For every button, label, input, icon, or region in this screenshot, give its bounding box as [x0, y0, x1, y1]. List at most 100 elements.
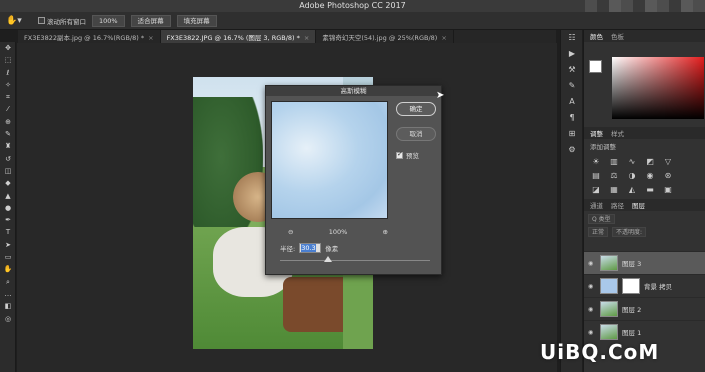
- checkbox-box[interactable]: [38, 17, 45, 24]
- zoom-100-button[interactable]: 100%: [92, 14, 125, 27]
- brush-settings-icon[interactable]: ✎: [561, 78, 583, 94]
- foreground-color-swatch[interactable]: [589, 60, 602, 73]
- layer-row[interactable]: ◉ 背景 拷贝: [584, 274, 705, 297]
- close-icon[interactable]: ×: [304, 34, 309, 42]
- ok-button[interactable]: 确定: [396, 102, 436, 116]
- color-panel-tabs: 颜色 色板: [584, 30, 705, 42]
- close-icon[interactable]: ×: [441, 34, 446, 42]
- radius-slider-track[interactable]: [280, 260, 430, 261]
- brightness-icon[interactable]: ☀: [590, 157, 602, 167]
- stamp-tool-icon[interactable]: ♜: [0, 140, 16, 152]
- color-balance-icon[interactable]: ⚖: [608, 171, 620, 181]
- zoom-out-icon[interactable]: ⊖: [288, 228, 293, 236]
- properties-icon[interactable]: ⚙: [561, 142, 583, 158]
- blur-preview[interactable]: [271, 101, 388, 219]
- zoom-tool-icon[interactable]: ⌕: [0, 276, 16, 288]
- tab-swatches[interactable]: 色板: [611, 31, 624, 41]
- more-tools-icon[interactable]: …: [0, 288, 16, 300]
- layer-name: 背景 拷贝: [644, 283, 673, 291]
- tab-color[interactable]: 颜色: [590, 31, 603, 41]
- add-adjustment-label: 添加调整: [590, 143, 616, 151]
- close-icon[interactable]: ×: [148, 34, 153, 42]
- libraries-icon[interactable]: ⊞: [561, 126, 583, 142]
- posterize-icon[interactable]: ▦: [608, 185, 620, 195]
- quick-mask-icon[interactable]: ◎: [0, 313, 16, 325]
- foreground-background-swatch[interactable]: [589, 60, 609, 80]
- color-spectrum[interactable]: [612, 57, 704, 119]
- visibility-eye-icon[interactable]: ◉: [588, 283, 596, 290]
- invert-icon[interactable]: ◪: [590, 185, 602, 195]
- tab-document-3[interactable]: 素锦奇幻天空(54).jpg @ 25%(RGB/8) ×: [316, 30, 454, 43]
- opacity-label[interactable]: 不透明度:: [612, 227, 647, 237]
- lasso-tool-icon[interactable]: ℓ: [0, 67, 16, 79]
- history-brush-tool-icon[interactable]: ↺: [0, 153, 16, 165]
- eyedropper-tool-icon[interactable]: ⁄: [0, 103, 16, 115]
- channel-mixer-icon[interactable]: ⊛: [662, 171, 674, 181]
- blend-mode-select[interactable]: 正常: [588, 227, 609, 237]
- blur-tool-icon[interactable]: ▲: [0, 190, 16, 202]
- crop-tool-icon[interactable]: ⌗: [0, 91, 16, 103]
- layer-row[interactable]: ◉ 图层 3: [584, 251, 705, 274]
- mouse-cursor-icon: ➤: [436, 90, 445, 101]
- tab-document-2[interactable]: FX3E3822.JPG @ 16.7% (图层 3, RGB/8) * ×: [160, 30, 317, 43]
- tool-presets-icon[interactable]: ⚒: [561, 62, 583, 78]
- healing-tool-icon[interactable]: ⊕: [0, 116, 16, 128]
- tab-styles[interactable]: 样式: [611, 128, 624, 138]
- zoom-in-icon[interactable]: ⊕: [383, 228, 388, 236]
- radius-input[interactable]: 30.3: [299, 243, 322, 253]
- rectangle-tool-icon[interactable]: ▭: [0, 251, 16, 263]
- levels-icon[interactable]: ▥: [608, 157, 620, 167]
- layer-thumbnail: [600, 255, 618, 271]
- tools-panel: ✥ ⬚ ℓ ✧ ⌗ ⁄ ⊕ ✎ ♜ ↺ ◫ ◆ ▲ ● ✒ T ➤ ▭ ✋ ⌕ …: [0, 42, 16, 372]
- tab-adjustments[interactable]: 调整: [590, 128, 603, 138]
- fit-screen-button[interactable]: 适合屏幕: [130, 14, 171, 27]
- pen-tool-icon[interactable]: ✒: [0, 214, 16, 226]
- layer-kind-filter[interactable]: Q 类型: [588, 214, 615, 224]
- black-white-icon[interactable]: ◑: [626, 171, 638, 181]
- character-icon[interactable]: A: [561, 94, 583, 110]
- scroll-all-windows-checkbox[interactable]: 滚动所有窗口: [38, 16, 86, 26]
- tab-layers[interactable]: 图层: [632, 200, 645, 210]
- paint-bucket-tool-icon[interactable]: ◆: [0, 177, 16, 189]
- tab-channels[interactable]: 通道: [590, 200, 603, 210]
- photo-filter-icon[interactable]: ◉: [644, 171, 656, 181]
- exposure-icon[interactable]: ◩: [644, 157, 656, 167]
- layer-row[interactable]: ◉ 图层 2: [584, 297, 705, 320]
- selective-color-icon[interactable]: ▣: [662, 185, 674, 195]
- hue-saturation-icon[interactable]: ▤: [590, 171, 602, 181]
- foreground-background-icon[interactable]: ◧: [0, 300, 16, 312]
- brush-tool-icon[interactable]: ✎: [0, 128, 16, 140]
- visibility-eye-icon[interactable]: ◉: [588, 329, 596, 336]
- move-tool-icon[interactable]: ✥: [0, 42, 16, 54]
- layers-panel-tabs: 通道 路径 图层: [584, 199, 705, 211]
- tab-document-1[interactable]: FX3E3822副本.jpg @ 16.7%(RGB/8) * ×: [18, 30, 161, 43]
- dodge-tool-icon[interactable]: ●: [0, 202, 16, 214]
- document-tab-bar: FX3E3822副本.jpg @ 16.7%(RGB/8) * × FX3E382…: [18, 30, 556, 43]
- radius-slider-thumb[interactable]: [324, 256, 332, 262]
- cancel-button[interactable]: 取消: [396, 127, 436, 141]
- play-icon[interactable]: ▶: [561, 46, 583, 62]
- history-icon[interactable]: ☷: [561, 30, 583, 46]
- options-bar: ✋▾ 滚动所有窗口 100% 适合屏幕 填充屏幕: [0, 12, 705, 30]
- eraser-tool-icon[interactable]: ◫: [0, 165, 16, 177]
- marquee-tool-icon[interactable]: ⬚: [0, 54, 16, 66]
- canvas-area[interactable]: 高斯模糊 确定 取消 预览 ⊖ 100% ⊕ 半径: 30.3 像素 ➤: [17, 43, 557, 372]
- gradient-map-icon[interactable]: ▬: [644, 185, 656, 195]
- visibility-eye-icon[interactable]: ◉: [588, 306, 596, 313]
- threshold-icon[interactable]: ◭: [626, 185, 638, 195]
- hand-tool-icon[interactable]: ✋: [0, 263, 16, 275]
- magic-wand-tool-icon[interactable]: ✧: [0, 79, 16, 91]
- type-tool-icon[interactable]: T: [0, 226, 16, 238]
- preview-checkbox[interactable]: 预览: [396, 150, 419, 160]
- curves-icon[interactable]: ∿: [626, 157, 638, 167]
- radius-label: 半径:: [280, 245, 296, 253]
- checkbox-box[interactable]: [396, 150, 403, 159]
- paragraph-icon[interactable]: ¶: [561, 110, 583, 126]
- vibrance-icon[interactable]: ▽: [662, 157, 674, 167]
- visibility-eye-icon[interactable]: ◉: [588, 260, 596, 267]
- path-selection-tool-icon[interactable]: ➤: [0, 239, 16, 251]
- tab-paths[interactable]: 路径: [611, 200, 624, 210]
- fill-screen-button[interactable]: 填充屏幕: [176, 14, 217, 27]
- layer-thumbnail: [600, 324, 618, 340]
- hand-tool-icon[interactable]: ✋▾: [6, 15, 22, 27]
